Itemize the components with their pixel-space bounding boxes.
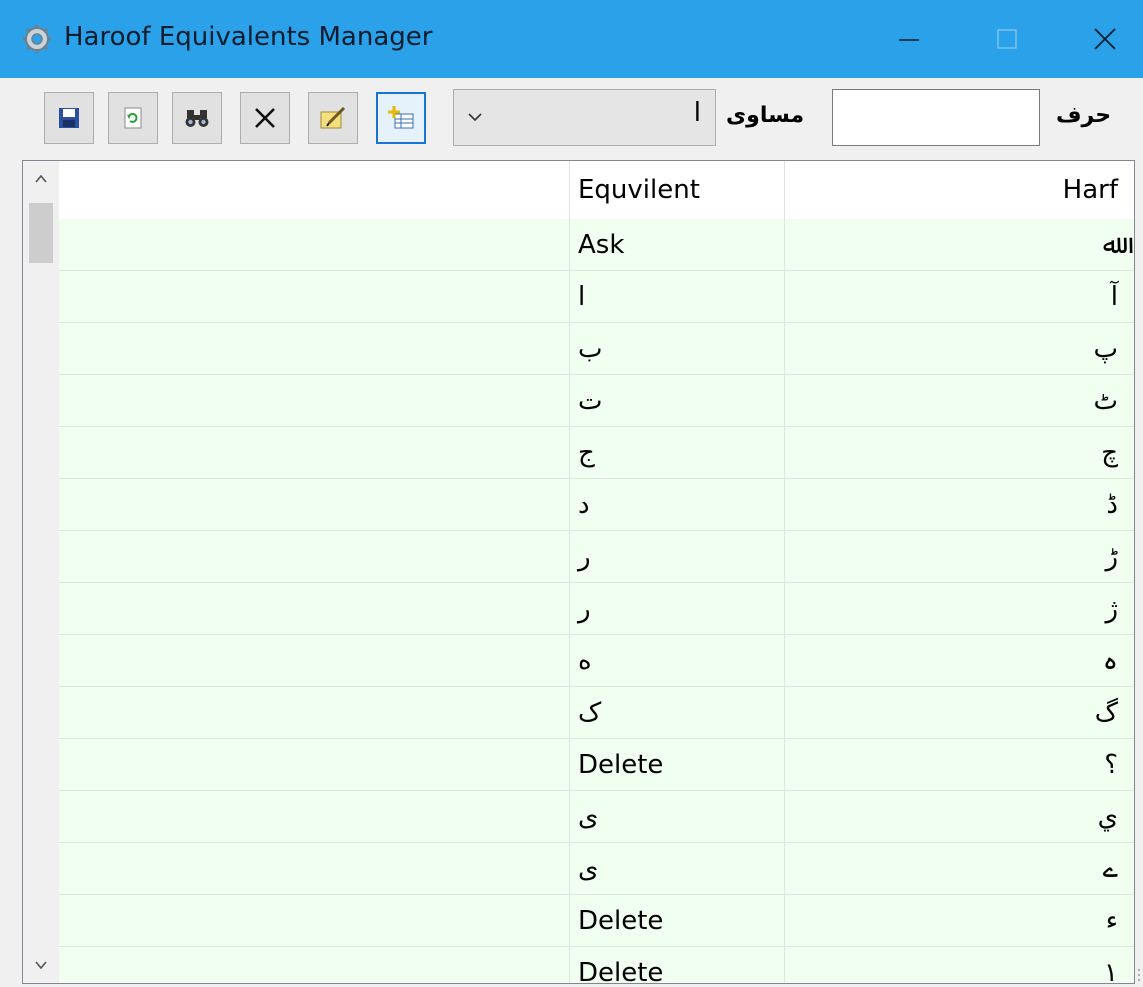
- equivalents-grid[interactable]: Equvilent Harf Ask ﷲ اآ بپ تٹ جچ دڈ رڑ رژ…: [22, 160, 1135, 984]
- table-row[interactable]: یي: [59, 791, 1134, 843]
- floppy-disk-icon: [59, 108, 79, 128]
- equivalent-cell[interactable]: د: [569, 479, 785, 531]
- close-button[interactable]: [1060, 0, 1143, 78]
- harf-cell[interactable]: ٹ: [785, 375, 1134, 427]
- close-icon: [1094, 28, 1116, 50]
- harf-cell[interactable]: ڈ: [785, 479, 1134, 531]
- equivalent-cell[interactable]: ک: [569, 687, 785, 739]
- table-row[interactable]: دڈ: [59, 479, 1134, 531]
- harf-cell[interactable]: ؟: [785, 739, 1134, 791]
- scroll-up-button[interactable]: [23, 161, 59, 197]
- table-row[interactable]: هہ: [59, 635, 1134, 687]
- vertical-scrollbar[interactable]: [23, 161, 59, 983]
- harf-cell[interactable]: پ: [785, 323, 1134, 375]
- table-row[interactable]: رڑ: [59, 531, 1134, 583]
- harf-label: حرف: [1056, 103, 1112, 128]
- harf-cell[interactable]: آ: [785, 271, 1134, 323]
- chevron-down-icon: [35, 961, 47, 970]
- minimize-icon: [899, 39, 919, 41]
- add-button[interactable]: [376, 92, 426, 144]
- chevron-up-icon: [35, 174, 47, 183]
- x-icon: [255, 108, 275, 128]
- window-title: Haroof Equivalents Manager: [64, 22, 433, 52]
- pencil-note-icon: [320, 106, 346, 129]
- harf-cell[interactable]: ء: [785, 895, 1134, 947]
- edit-button[interactable]: [308, 92, 358, 144]
- equivalent-cell[interactable]: ه: [569, 635, 785, 687]
- equivalent-cell[interactable]: ی: [569, 791, 785, 843]
- table-row[interactable]: Delete ؟: [59, 739, 1134, 791]
- refresh-icon: [124, 107, 142, 129]
- gear-icon: [23, 25, 51, 53]
- harf-cell[interactable]: چ: [785, 427, 1134, 479]
- grid-rows: Ask ﷲ اآ بپ تٹ جچ دڈ رڑ رژ هہ کگ Delete ؟ …: [59, 219, 1134, 983]
- harf-input[interactable]: [832, 89, 1040, 146]
- chevron-down-icon: [468, 113, 482, 122]
- table-row[interactable]: رژ: [59, 583, 1134, 635]
- equivalent-label: مساوی: [726, 103, 805, 128]
- binoculars-icon: [185, 110, 209, 127]
- harf-cell[interactable]: ﷲ: [785, 219, 1134, 271]
- scrollbar-thumb[interactable]: [29, 203, 53, 263]
- table-row[interactable]: بپ: [59, 323, 1134, 375]
- scroll-down-button[interactable]: [23, 947, 59, 983]
- table-row[interactable]: اآ: [59, 271, 1134, 323]
- harf-cell[interactable]: ڑ: [785, 531, 1134, 583]
- equivalent-cell[interactable]: Delete: [569, 947, 785, 983]
- maximize-icon: [997, 29, 1017, 49]
- refresh-button[interactable]: [108, 92, 158, 144]
- equivalent-cell[interactable]: ا: [569, 271, 785, 323]
- equivalent-cell[interactable]: ت: [569, 375, 785, 427]
- add-record-icon: [388, 106, 414, 129]
- find-button[interactable]: [172, 92, 222, 144]
- harf-cell[interactable]: ژ: [785, 583, 1134, 635]
- save-button[interactable]: [44, 92, 94, 144]
- minimize-button[interactable]: [864, 0, 954, 78]
- table-row[interactable]: Ask ﷲ: [59, 219, 1134, 271]
- column-header-harf[interactable]: Harf: [785, 161, 1134, 219]
- table-row[interactable]: تٹ: [59, 375, 1134, 427]
- table-row[interactable]: جچ: [59, 427, 1134, 479]
- equivalent-cell[interactable]: Delete: [569, 739, 785, 791]
- equivalent-select[interactable]: ا: [453, 89, 716, 146]
- delete-button[interactable]: [240, 92, 290, 144]
- equivalent-select-value: ا: [693, 98, 701, 128]
- maximize-button[interactable]: [962, 0, 1052, 78]
- equivalent-cell[interactable]: ج: [569, 427, 785, 479]
- harf-cell[interactable]: ۱: [785, 947, 1134, 983]
- equivalent-cell[interactable]: Ask: [569, 219, 785, 271]
- grid-header: Equvilent Harf: [59, 161, 1134, 219]
- table-row[interactable]: Delete ۱: [59, 947, 1134, 983]
- equivalent-cell[interactable]: Delete: [569, 895, 785, 947]
- harf-cell[interactable]: ے: [785, 843, 1134, 895]
- column-header-equivalent[interactable]: Equvilent: [569, 161, 785, 219]
- equivalent-cell[interactable]: ر: [569, 583, 785, 635]
- equivalent-cell[interactable]: ب: [569, 323, 785, 375]
- harf-cell[interactable]: ي: [785, 791, 1134, 843]
- equivalent-cell[interactable]: ی: [569, 843, 785, 895]
- harf-cell[interactable]: ہ: [785, 635, 1134, 687]
- table-row[interactable]: کگ: [59, 687, 1134, 739]
- table-row[interactable]: Delete ء: [59, 895, 1134, 947]
- title-bar[interactable]: Haroof Equivalents Manager: [0, 0, 1143, 78]
- table-row[interactable]: یے: [59, 843, 1134, 895]
- resize-grip[interactable]: [1136, 966, 1142, 984]
- equivalent-cell[interactable]: ر: [569, 531, 785, 583]
- harf-cell[interactable]: گ: [785, 687, 1134, 739]
